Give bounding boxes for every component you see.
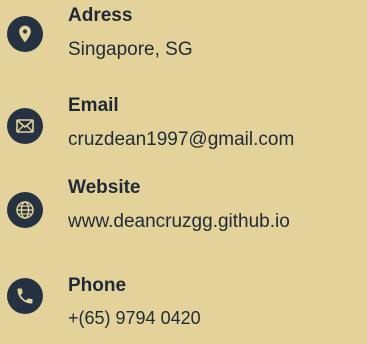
website-label: Website	[68, 177, 141, 198]
email-value[interactable]: cruzdean1997@gmail.com	[68, 128, 294, 152]
phone-icon	[7, 278, 43, 314]
globe-icon	[7, 192, 43, 228]
phone-value: +(65) 9794 0420	[68, 308, 201, 328]
contact-item-email: Email cruzdean1997@gmail.com	[0, 94, 367, 164]
email-label: Email	[68, 95, 119, 116]
envelope-icon	[7, 108, 43, 144]
contact-list: Adress Singapore, SG Email cruzdean1997@…	[0, 0, 367, 330]
phone-label: Phone	[68, 275, 127, 296]
contact-item-phone: Phone +(65) 9794 0420	[0, 274, 367, 344]
address-label: Adress	[68, 5, 133, 26]
contact-item-website: Website www.deancruzgg.github.io	[0, 176, 367, 246]
address-value: Singapore, SG	[68, 39, 193, 60]
website-link[interactable]: www.deancruzgg.github.io	[68, 210, 290, 234]
contact-item-address: Adress Singapore, SG	[0, 4, 367, 74]
location-pin-icon	[7, 16, 43, 52]
